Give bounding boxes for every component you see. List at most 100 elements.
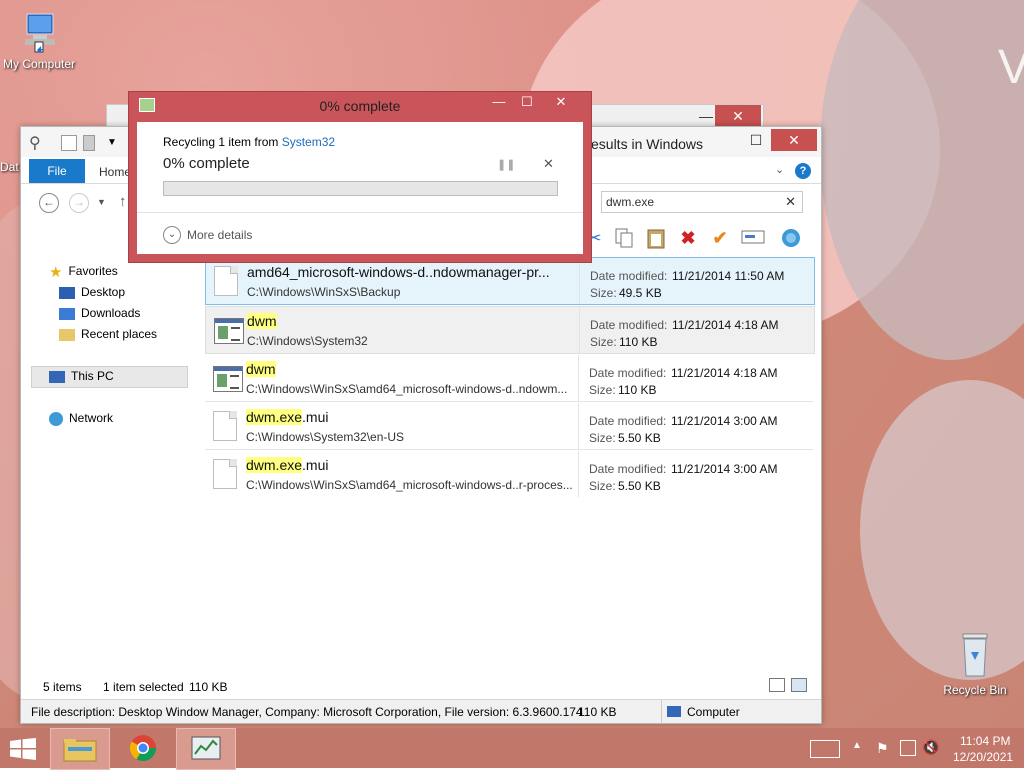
pause-icon[interactable]: ❚❚ (497, 158, 515, 171)
size-value: 5.50 KB (618, 431, 661, 445)
dialog-body: Recycling 1 item from System32 0% comple… (137, 122, 583, 254)
up-icon[interactable]: ↑ (119, 193, 127, 210)
desktop-icon-partial[interactable]: Dat (0, 108, 22, 174)
more-details-link[interactable]: More details (187, 228, 252, 242)
file-path: C:\Windows\System32\en-US (246, 430, 405, 444)
nav-downloads[interactable]: Downloads (59, 306, 140, 320)
search-input[interactable]: dwm.exe ✕ (601, 191, 803, 213)
date-label: Date modified: (590, 318, 668, 332)
file-description: File description: Desktop Window Manager… (31, 705, 583, 719)
date-label: Date modified: (589, 414, 667, 428)
close-icon[interactable]: ✕ (715, 105, 761, 127)
desktop-icon-my-computer[interactable]: My Computer (0, 10, 78, 71)
date-label: Date modified: (589, 462, 667, 476)
details-bar: File description: Desktop Window Manager… (21, 699, 821, 723)
table-row[interactable]: dwm.exe.mui C:\Windows\System32\en-US Da… (205, 403, 813, 450)
size-label: Size: (589, 383, 616, 397)
clock-date[interactable]: 12/20/2021 (953, 750, 1013, 764)
computer-icon (25, 13, 55, 53)
chevron-down-icon[interactable]: ⌄ (163, 226, 181, 244)
chevron-up-icon[interactable]: ▲ (852, 740, 862, 751)
computer-icon (49, 370, 65, 383)
nav-recent-places[interactable]: Recent places (59, 327, 157, 341)
close-icon[interactable]: ✕ (771, 129, 817, 151)
desktop-icon-recycle-bin[interactable]: Recycle Bin (940, 630, 1010, 697)
chrome-taskbar-button[interactable] (114, 728, 172, 768)
clear-search-icon[interactable]: ✕ (785, 194, 796, 210)
details-view-icon[interactable] (769, 678, 785, 692)
tab-home[interactable]: Home (99, 165, 131, 179)
selected-size: 110 KB (189, 680, 228, 694)
file-name: amd64_microsoft-windows-d..ndowmanager-p… (247, 264, 550, 280)
file-name: dwm (247, 313, 277, 329)
recent-places-icon (59, 328, 75, 341)
nav-this-pc[interactable]: This PC (49, 369, 114, 383)
tiles-view-icon[interactable] (791, 678, 807, 692)
file-explorer-taskbar-button[interactable] (50, 728, 110, 770)
back-icon[interactable]: ← (39, 193, 59, 213)
checkmark-icon[interactable]: ✔ (709, 227, 731, 249)
file-path: C:\Windows\WinSxS\amd64_microsoft-window… (246, 478, 573, 492)
search-value: dwm.exe (606, 195, 655, 209)
copy-icon[interactable] (613, 227, 635, 249)
help-icon[interactable]: ? (795, 163, 811, 179)
task-manager-taskbar-button[interactable] (176, 728, 236, 770)
file-name: dwm.exe.mui (246, 409, 329, 425)
computer-icon (667, 706, 681, 717)
keyboard-icon[interactable] (810, 740, 840, 758)
clock-time[interactable]: 11:04 PM (960, 734, 1010, 748)
recycling-message: Recycling 1 item from System32 (163, 135, 336, 149)
date-label: Date modified: (589, 366, 667, 380)
volume-muted-icon[interactable]: 🔇 (922, 739, 939, 756)
forward-icon[interactable]: → (69, 193, 89, 213)
source-folder-link[interactable]: System32 (282, 135, 335, 149)
file-path: C:\Windows\WinSxS\amd64_microsoft-window… (246, 382, 568, 396)
downloads-icon (59, 307, 75, 320)
size-label: Size: (590, 286, 617, 300)
rename-icon[interactable] (741, 227, 765, 249)
file-path: C:\Windows\System32 (247, 334, 368, 348)
shell-icon[interactable] (779, 227, 801, 249)
paste-icon[interactable] (645, 227, 667, 249)
desktop-icon-label: Recycle Bin (943, 683, 1007, 697)
recent-locations-icon[interactable]: ▼ (97, 197, 106, 207)
status-bar: 5 items 1 item selected 110 KB (21, 675, 821, 697)
maximize-icon[interactable]: ☐ (513, 92, 541, 112)
document-icon (213, 411, 239, 441)
size-label: Size: (589, 431, 616, 445)
nav-network[interactable]: Network (49, 411, 113, 426)
selected-count: 1 item selected (103, 680, 184, 694)
search-icon: ⚲ (29, 135, 41, 152)
table-row[interactable]: dwm C:\Windows\WinSxS\amd64_microsoft-wi… (205, 355, 813, 402)
close-icon[interactable]: ✕ (547, 92, 575, 112)
table-row[interactable]: dwm.exe.mui C:\Windows\WinSxS\amd64_micr… (205, 451, 813, 497)
desktop-icon-label: Dat (0, 160, 19, 174)
nav-desktop[interactable]: Desktop (59, 285, 125, 299)
application-icon (214, 315, 244, 345)
progress-percent: 0% complete (163, 155, 250, 172)
maximize-icon[interactable]: ☐ (741, 129, 771, 151)
file-name: dwm (246, 361, 276, 377)
new-folder-icon[interactable] (83, 135, 95, 151)
location-label: Computer (687, 705, 740, 719)
date-value: 11/21/2014 4:18 AM (672, 318, 779, 332)
table-row[interactable]: amd64_microsoft-windows-d..ndowmanager-p… (205, 257, 815, 305)
size-value: 110 KB (619, 335, 658, 349)
cancel-icon[interactable]: ✕ (543, 156, 554, 172)
table-row[interactable]: dwm C:\Windows\System32 Date modified: 1… (205, 306, 815, 354)
properties-icon[interactable] (61, 135, 77, 151)
windows-start-icon[interactable] (10, 738, 36, 763)
nav-favorites[interactable]: ★ Favorites (49, 263, 118, 281)
window-title: esults in Windows (591, 136, 704, 152)
action-center-icon[interactable]: ⚑ (876, 740, 889, 757)
delete-icon[interactable]: ✖ (677, 227, 699, 249)
minimize-icon[interactable]: — (485, 92, 513, 112)
desktop-icon-label: My Computer (2, 57, 76, 71)
recycle-bin-icon (962, 633, 988, 677)
item-count: 5 items (43, 680, 82, 694)
star-icon: ★ (49, 264, 63, 281)
tab-file[interactable]: File (29, 159, 85, 183)
network-status-icon[interactable] (900, 740, 916, 756)
chevron-down-icon[interactable]: ▼ (107, 137, 117, 148)
chevron-down-icon[interactable]: ⌄ (775, 163, 784, 176)
